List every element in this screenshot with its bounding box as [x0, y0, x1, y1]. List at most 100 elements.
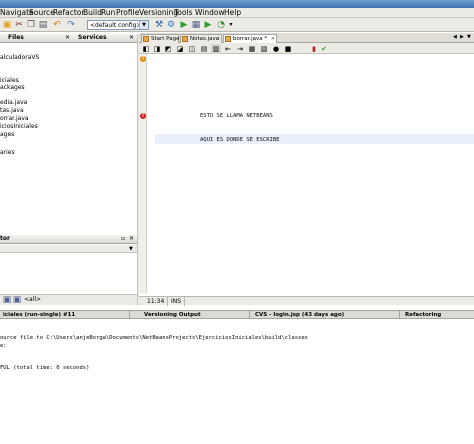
find-icon[interactable]: ◩ — [163, 44, 173, 54]
caret-position: 11:34 — [147, 297, 169, 306]
code-line: AQUI ES DONDE SE ESCRIBE — [200, 137, 280, 143]
record-macro-icon[interactable]: ● — [271, 44, 281, 54]
tab-borrar-java[interactable]: borrar.java * ✕ — [223, 34, 277, 43]
navigator-footer: ▣ ▣ <all> — [0, 294, 137, 305]
tab-label: borrar.java * — [233, 36, 268, 42]
tab-start-page[interactable]: Start Page — [141, 34, 180, 43]
filter-icon[interactable]: ▣ — [2, 295, 12, 305]
tab-label: Notas.java — [190, 36, 220, 42]
minimize-icon[interactable]: ▫ — [121, 235, 125, 243]
error-stripe-icon[interactable]: ▮ — [309, 44, 319, 54]
editor-toolbar: ◧ ◨ ◩ ◪ ◫ ▤ ▥ ⇤ ⇥ ▦ ▧ ● ■ ▮ ✔ — [139, 43, 474, 54]
close-icon[interactable]: ✕ — [129, 34, 134, 42]
output-line: FUL (total time: 0 seconds) — [0, 365, 90, 371]
profile-clock-icon[interactable]: ◔ — [216, 20, 226, 30]
navigator-filter-bar: ▼ — [0, 245, 137, 253]
cut-icon[interactable]: ✂ — [14, 20, 24, 30]
output-console[interactable]: ource file to C:\Users\anjeBorga\Documen… — [0, 320, 474, 444]
warning-icon[interactable]: ! — [140, 56, 146, 62]
tab-refactoring[interactable]: Refactoring — [402, 311, 474, 319]
chevron-down-icon[interactable]: ▾ — [226, 20, 236, 30]
menu-tools[interactable]: Tools — [174, 8, 192, 18]
menu-profile[interactable]: Profile — [116, 8, 139, 18]
shift-right-icon[interactable]: ⇥ — [235, 44, 245, 54]
menu-refactor[interactable]: Refactor — [53, 8, 84, 18]
uncomment-icon[interactable]: ▧ — [259, 44, 269, 54]
stop-macro-icon[interactable]: ■ — [283, 44, 293, 54]
output-line: ource file to C:\Users\anjeBorga\Documen… — [0, 335, 308, 341]
menu-bar: Navigate Source Refactor Build Run Profi… — [0, 8, 474, 18]
forward-icon[interactable]: ◨ — [152, 44, 162, 54]
config-select[interactable]: <default config> ▼ — [87, 20, 149, 30]
chevron-down-icon[interactable]: ▼ — [129, 245, 133, 253]
navigator-title: tor — [0, 235, 10, 242]
close-icon[interactable]: ✕ — [65, 34, 70, 42]
error-icon[interactable]: ! — [140, 113, 146, 119]
prev-occurrence-icon[interactable]: ◪ — [175, 44, 185, 54]
toggle-bookmark-icon[interactable]: ▥ — [211, 44, 221, 54]
paste-icon[interactable]: ▤ — [38, 20, 48, 30]
scroll-left-icon[interactable]: ◀ — [453, 33, 457, 41]
page-icon — [143, 36, 149, 42]
menu-run[interactable]: Run — [101, 8, 115, 18]
toggle-highlight-icon[interactable]: ▤ — [199, 44, 209, 54]
menu-help[interactable]: Help — [224, 8, 241, 18]
next-occurrence-icon[interactable]: ◫ — [187, 44, 197, 54]
back-icon[interactable]: ◧ — [141, 44, 151, 54]
clean-build-icon[interactable]: ⚙ — [166, 20, 176, 30]
menu-window[interactable]: Window — [195, 8, 225, 18]
close-icon[interactable]: ✕ — [216, 35, 220, 43]
debug-icon[interactable]: ▦ — [191, 20, 201, 30]
copy-icon[interactable]: ❐ — [26, 20, 36, 30]
code-line: ESTO SE LLAMA NETBEANS — [200, 113, 273, 119]
check-icon[interactable]: ✔ — [319, 44, 329, 54]
code-editor[interactable]: ESTO SE LLAMA NETBEANS AQUI ES DONDE SE … — [148, 54, 474, 294]
comment-icon[interactable]: ▦ — [247, 44, 257, 54]
close-icon[interactable]: ✕ — [129, 235, 134, 243]
main-toolbar: ▣ ✂ ❐ ▤ ↶ ↷ <default config> ▼ ⚒ ⚙ ▶ ▦ ▶… — [0, 18, 474, 32]
tree-item[interactable]: alculadoraVS — [0, 54, 39, 61]
navigator-list — [0, 254, 137, 294]
tab-files[interactable]: Files — [8, 34, 24, 42]
chevron-down-icon[interactable]: ▼ — [139, 21, 148, 29]
menu-source[interactable]: Source — [29, 8, 55, 18]
menu-versioning[interactable]: Versioning — [139, 8, 178, 18]
tree-item[interactable]: ages — [0, 131, 14, 138]
window-titlebar — [0, 0, 474, 8]
tab-label: Start Page — [151, 36, 180, 42]
tree-item[interactable]: aries — [0, 149, 15, 156]
close-icon[interactable]: ✕ — [271, 35, 275, 43]
tab-versioning-output[interactable]: Versioning Output — [132, 311, 250, 319]
redo-icon[interactable]: ↷ — [66, 20, 76, 30]
tab-cvs-login[interactable]: CVS - login.jsp (43 days ago) — [252, 311, 400, 319]
output-line: e: — [0, 343, 7, 349]
menu-build[interactable]: Build — [83, 8, 102, 18]
tree-item[interactable]: ackages — [0, 84, 25, 91]
run-icon[interactable]: ▶ — [179, 20, 189, 30]
project-tree: alculadoraVS iciales ackages edia.java t… — [0, 43, 137, 233]
scroll-right-icon[interactable]: ▶ — [460, 33, 464, 41]
tab-notas-java[interactable]: Notas.java ✕ — [180, 34, 222, 43]
undo-icon[interactable]: ↶ — [52, 20, 62, 30]
shift-left-icon[interactable]: ⇤ — [223, 44, 233, 54]
tree-item[interactable]: edia.java — [0, 99, 27, 106]
tree-item[interactable]: orrar.java — [0, 115, 29, 122]
profile-icon[interactable]: ▶ — [203, 20, 213, 30]
editor-statusbar: 11:34 INS — [139, 296, 474, 306]
chevron-down-icon[interactable]: ▼ — [467, 33, 471, 41]
tree-item[interactable]: tas.java — [0, 107, 24, 114]
tab-output-run[interactable]: iciales (run-single) #11 — [0, 311, 130, 319]
java-file-icon — [225, 36, 231, 42]
open-project-icon[interactable]: ▣ — [2, 20, 12, 30]
editor-gutter — [139, 54, 147, 294]
projects-panel-header: Files Services ✕ ✕ — [0, 34, 137, 43]
editor-tab-bar: Start Page Notas.java ✕ borrar.java * ✕ … — [139, 33, 474, 43]
tree-item[interactable]: iciales — [0, 77, 19, 84]
build-icon[interactable]: ⚒ — [154, 20, 164, 30]
config-select-value: <default config> — [90, 22, 142, 29]
filter-icon[interactable]: ▣ — [12, 295, 22, 305]
tree-item[interactable]: iciosIniciales — [0, 123, 38, 130]
tab-services[interactable]: Services — [78, 34, 107, 42]
java-file-icon — [182, 36, 188, 42]
all-label: <all> — [24, 296, 42, 303]
